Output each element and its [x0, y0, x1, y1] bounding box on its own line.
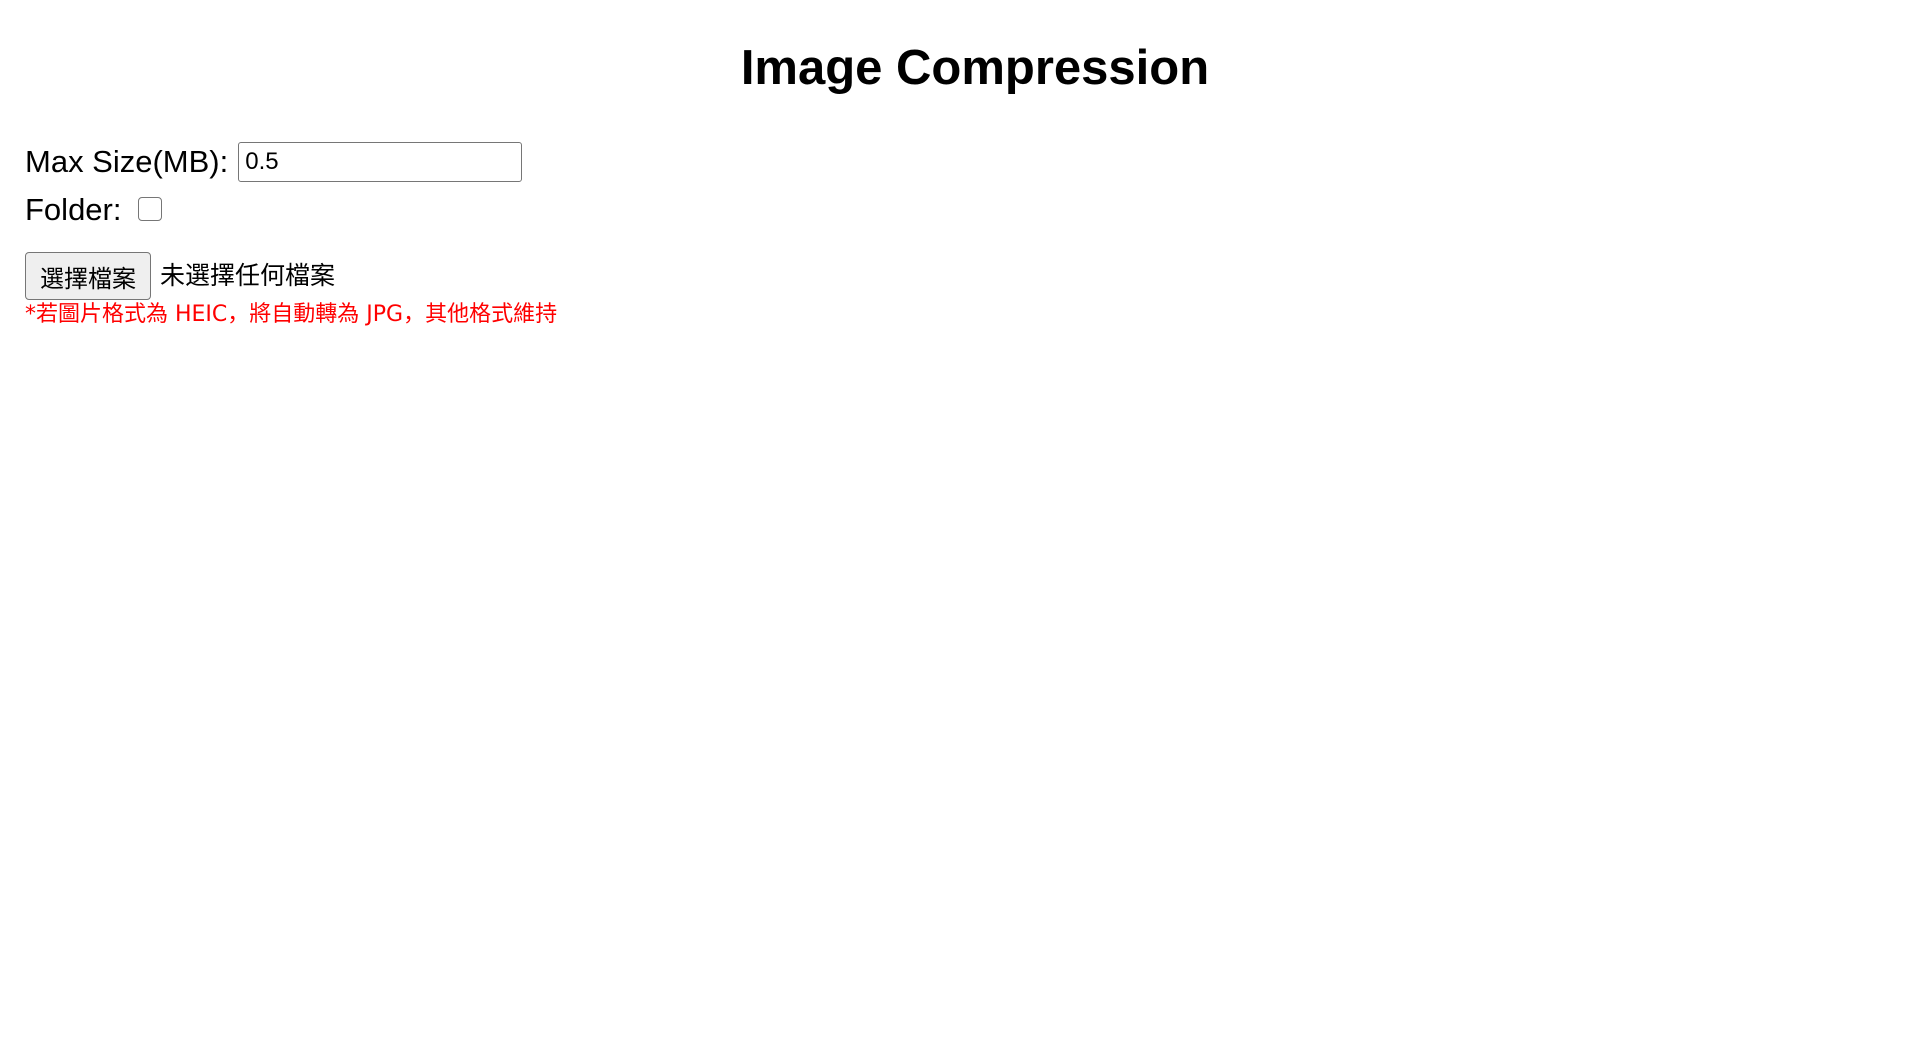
folder-label: Folder: — [25, 192, 122, 227]
file-status-text: 未選擇任何檔案 — [160, 261, 336, 290]
page: Image Compression Max Size(MB): Folder: … — [0, 0, 1920, 1042]
max-size-input[interactable] — [238, 142, 523, 182]
folder-checkbox[interactable] — [138, 197, 163, 221]
max-size-label: Max Size(MB): — [25, 144, 229, 179]
folder-row: Folder: — [25, 190, 163, 230]
choose-file-button[interactable]: 選擇檔案 — [25, 252, 151, 300]
max-size-row: Max Size(MB): — [25, 142, 523, 182]
heic-conversion-note: *若圖片格式為 HEIC，將自動轉為 JPG，其他格式維持 — [25, 302, 558, 327]
file-picker-row: 選擇檔案 未選擇任何檔案 — [25, 252, 335, 300]
page-title: Image Compression — [740, 41, 1210, 95]
